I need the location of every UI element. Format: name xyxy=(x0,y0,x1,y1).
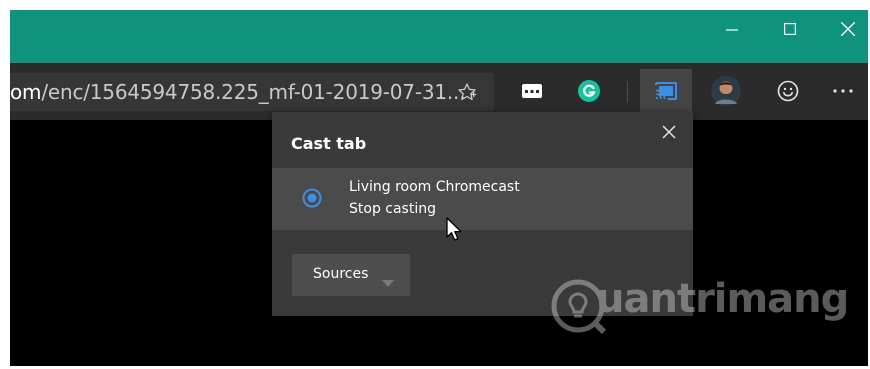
minimize-icon xyxy=(726,29,738,31)
chevron-down-icon xyxy=(382,272,394,291)
stop-casting-link[interactable]: Stop casting xyxy=(349,201,436,217)
favorite-star-button[interactable] xyxy=(456,81,478,103)
emoji-feedback-icon xyxy=(777,80,799,102)
close-icon xyxy=(662,125,676,139)
favorite-star-icon xyxy=(458,83,477,101)
cast-device-row[interactable]: Living room Chromecast Stop casting xyxy=(272,168,693,230)
cast-button[interactable] xyxy=(640,69,692,113)
profile-avatar[interactable] xyxy=(710,75,742,107)
url-text[interactable]: om/enc/1564594758.225_mf-01-2019-07-31..… xyxy=(10,73,466,111)
maximize-icon xyxy=(784,23,796,35)
profile-avatar-icon xyxy=(711,76,741,106)
toolbar-divider xyxy=(627,81,628,103)
address-bar[interactable]: om/enc/1564594758.225_mf-01-2019-07-31..… xyxy=(10,73,494,111)
radio-selected-icon xyxy=(302,188,322,208)
url-domain: om xyxy=(10,80,42,104)
close-icon xyxy=(841,22,855,36)
grammarly-icon xyxy=(578,80,600,102)
minimize-button[interactable] xyxy=(704,10,760,48)
sources-dropdown[interactable]: Sources xyxy=(292,254,410,296)
url-path: /enc/1564594758.225_mf-01-2019-07-31... xyxy=(41,80,466,104)
sources-label: Sources xyxy=(313,266,369,282)
grammarly-button[interactable] xyxy=(576,78,602,104)
emoji-feedback-button[interactable] xyxy=(775,78,801,104)
browser-window: om/enc/1564594758.225_mf-01-2019-07-31..… xyxy=(10,10,868,366)
popup-title: Cast tab xyxy=(291,134,367,153)
close-popup-button[interactable] xyxy=(662,124,678,140)
mouse-cursor-icon xyxy=(446,217,464,247)
extension-button[interactable] xyxy=(520,80,544,102)
extension-icon xyxy=(522,84,542,98)
maximize-button[interactable] xyxy=(762,10,818,48)
device-selected-radio[interactable] xyxy=(302,188,322,208)
more-options-icon xyxy=(833,89,853,93)
close-window-button[interactable] xyxy=(820,10,868,48)
device-name: Living room Chromecast xyxy=(349,179,520,195)
title-bar xyxy=(10,10,868,63)
watermark-text: uantrimang xyxy=(596,276,849,322)
more-options-button[interactable] xyxy=(830,78,856,104)
cast-icon xyxy=(655,82,677,100)
